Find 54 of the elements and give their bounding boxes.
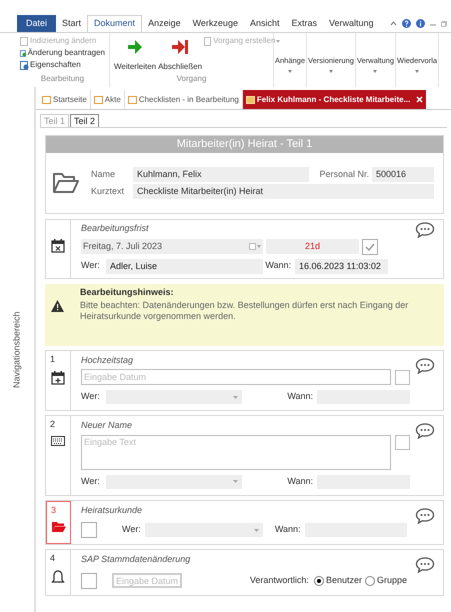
field-label: Wer: (81, 474, 101, 488)
field-label: Wer: (81, 259, 101, 272)
timestamp-field: 16.06.2023 11:03:02 (295, 258, 388, 274)
panel-title[interactable]: Navigationsbereich (10, 311, 24, 388)
note-text: Bitte beachten: Datenänderungen bzw. Bestellungen dürfen erst nach Eingang der Heiratsurkunde vorgenommen werden. (80, 300, 410, 322)
field-label: Kurztext (91, 184, 126, 198)
name-field: Kuhlmann, Felix (133, 167, 309, 182)
step-number: 3 (51, 504, 56, 516)
task-title: Heiratsurkunde (81, 504, 144, 516)
field-label: Wann: (287, 390, 313, 404)
field-label: Wann: (265, 259, 291, 272)
radio-option[interactable]: Gruppe (364, 574, 407, 588)
date-input[interactable]: Eingabe Datum (81, 369, 391, 385)
field-label: Wer: (81, 390, 101, 404)
group-label: Vorgang (176, 73, 206, 85)
document-tab[interactable]: Startseite (39, 90, 91, 109)
assignee-field: Adler, Luise (106, 258, 263, 274)
ribbon-tab[interactable]: Dokument (87, 15, 142, 32)
ribbon-command[interactable]: Eigenschaften (20, 59, 105, 71)
ribbon-tab[interactable]: Ansicht (244, 15, 286, 32)
forward-button[interactable]: Weiterleiten (114, 35, 156, 73)
section-title: Mitarbeiter(in) Heirat - Teil 1 (46, 136, 443, 153)
ribbon-tab[interactable]: Werkzeuge (186, 15, 244, 32)
task-title: Neuer Name (81, 419, 134, 432)
days-remaining: 21d (266, 239, 359, 254)
date-input[interactable]: Eingabe Datum (112, 573, 182, 588)
document-tab[interactable]: Akte (90, 90, 125, 109)
radio-option[interactable]: Benutzer (314, 574, 362, 588)
ribbon-tab[interactable]: Verwaltung (322, 15, 380, 32)
personnel-number-field: 500016 (372, 167, 434, 182)
ribbon-command[interactable]: Änderung beantragen (20, 47, 105, 59)
field-label: Wann: (274, 523, 301, 536)
ribbon-tab[interactable]: Start (56, 15, 88, 32)
task-title: SAP Stammdatenänderung (81, 553, 192, 566)
section-tab[interactable]: Teil 2 (70, 114, 100, 127)
note-title: Bearbeitungshinweis: (80, 286, 175, 299)
file-tab[interactable]: Datei (17, 15, 56, 32)
text-input[interactable]: Eingabe Text (81, 434, 391, 470)
field-label: Personal Nr. (319, 168, 369, 181)
field-label: Wer: (122, 523, 141, 536)
task-title: Hochzeitstag (81, 354, 134, 367)
step-number: 2 (50, 418, 56, 431)
field-label: Wann: (287, 474, 313, 488)
date-field: Freitag, 7. Juli 2023 (81, 239, 263, 254)
field-label: Verantwortlich: (250, 574, 309, 587)
group-label: Bearbeitung (40, 73, 84, 85)
finish-button[interactable]: Abschließen (158, 35, 202, 73)
document-tab[interactable]: Felix Kuhlmann - Checkliste Mitarbeite... (242, 90, 426, 109)
ribbon-tab[interactable]: Extras (285, 15, 323, 32)
task-title: Bearbeitungsfrist (81, 222, 150, 235)
step-number: 4 (50, 552, 56, 565)
field-label: Name (91, 168, 116, 181)
ribbon-tab[interactable]: Anzeige (142, 15, 187, 32)
step-number: 1 (50, 352, 56, 366)
